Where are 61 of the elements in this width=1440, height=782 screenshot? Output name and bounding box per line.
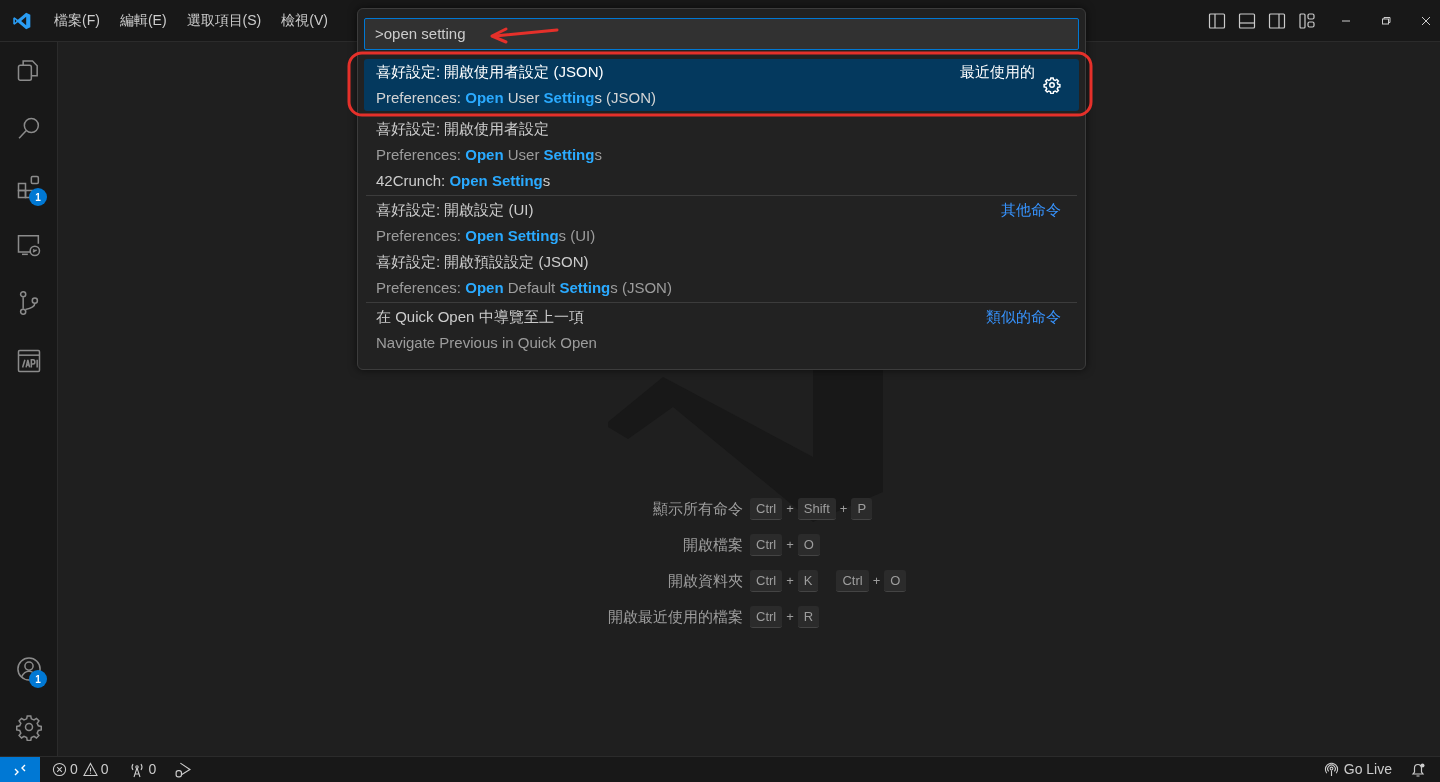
command-item[interactable]: 42Crunch: Open Settings [364,168,1079,194]
plus-sign: + [786,572,794,591]
shortcut-label: 顯示所有命令 [652,499,744,519]
antenna-icon [128,761,145,778]
menu-item[interactable]: 選取項目(S) [176,10,272,31]
sidebar-toggle-icon[interactable] [1208,11,1226,30]
command-item[interactable]: 喜好設定: 開啟設定 (UI) Preferences: Open Settings (UI) 其他命令 [364,197,1079,249]
remote-icon [13,762,27,777]
keycap: R [797,606,820,628]
account-icon[interactable] [14,655,43,683]
plus-sign: + [786,536,794,555]
ports-button[interactable]: 0 [128,759,157,780]
plus-sign: + [872,572,881,591]
broadcast-icon [1323,762,1339,777]
warning-count: 0 [100,760,109,779]
notification-bell-icon[interactable] [1410,761,1426,778]
plus-sign: + [839,500,848,519]
close-icon[interactable] [1420,14,1432,27]
command-item[interactable]: 喜好設定: 開啟使用者設定 Preferences: Open User Settings [364,116,1079,168]
port-count: 0 [148,760,157,779]
command-item[interactable]: 在 Quick Open 中導覽至上一項 Navigate Previous in Quick Open 類似的命令 [364,304,1079,356]
keycap: Ctrl [750,498,783,520]
keycap: Ctrl [836,570,869,592]
keycap: K [797,570,819,592]
keycap: O [797,534,820,556]
group-label: 類似的命令 [986,307,1061,327]
go-live-label: Go Live [1343,760,1392,779]
command-item[interactable]: 喜好設定: 開啟使用者設定 (JSON) Preferences: Open User Settings (JSON) 最近使用的 [364,59,1079,111]
problems-button[interactable]: 0 0 [52,759,109,780]
secondary-sidebar-icon[interactable] [1268,11,1286,30]
keycap: Ctrl [750,606,783,628]
app-logo-icon[interactable] [12,10,32,31]
go-live-button[interactable]: Go Live [1323,759,1392,780]
command-item[interactable]: 喜好設定: 開啟預設設定 (JSON) Preferences: Open Default Settings (JSON) [364,249,1079,301]
shortcut-label: 開啟資料夾 [667,571,744,591]
menu-item[interactable]: 編輯(E) [109,10,177,31]
layout-icon[interactable] [1298,11,1316,30]
shortcut-label: 開啟最近使用的檔案 [607,607,744,627]
command-input[interactable]: >open setting [364,18,1079,50]
panel-toggle-icon[interactable] [1238,11,1256,30]
error-count: 0 [70,760,78,779]
keycap: O [884,570,907,592]
shortcut-label: 開啟檔案 [682,535,744,555]
count-badge: 1 [29,670,47,688]
group-label: 其他命令 [1001,200,1061,220]
menu-item[interactable]: 檔案(F) [44,10,110,31]
restore-icon[interactable] [1380,14,1392,27]
warning-icon [82,762,98,777]
keycap: P [851,498,873,520]
error-icon [52,762,67,777]
group-label: 最近使用的 [960,62,1035,82]
plus-sign: + [786,608,794,627]
count-badge: 1 [29,188,47,206]
menu-item[interactable]: 檢視(V) [271,10,338,31]
keycap: Ctrl [750,534,783,556]
keycap: Shift [797,498,836,520]
debug-run-icon[interactable] [174,761,192,778]
gear-icon[interactable] [14,713,43,741]
keycap: Ctrl [750,570,783,592]
plus-sign: + [786,500,794,519]
gear-icon[interactable] [1043,76,1061,94]
